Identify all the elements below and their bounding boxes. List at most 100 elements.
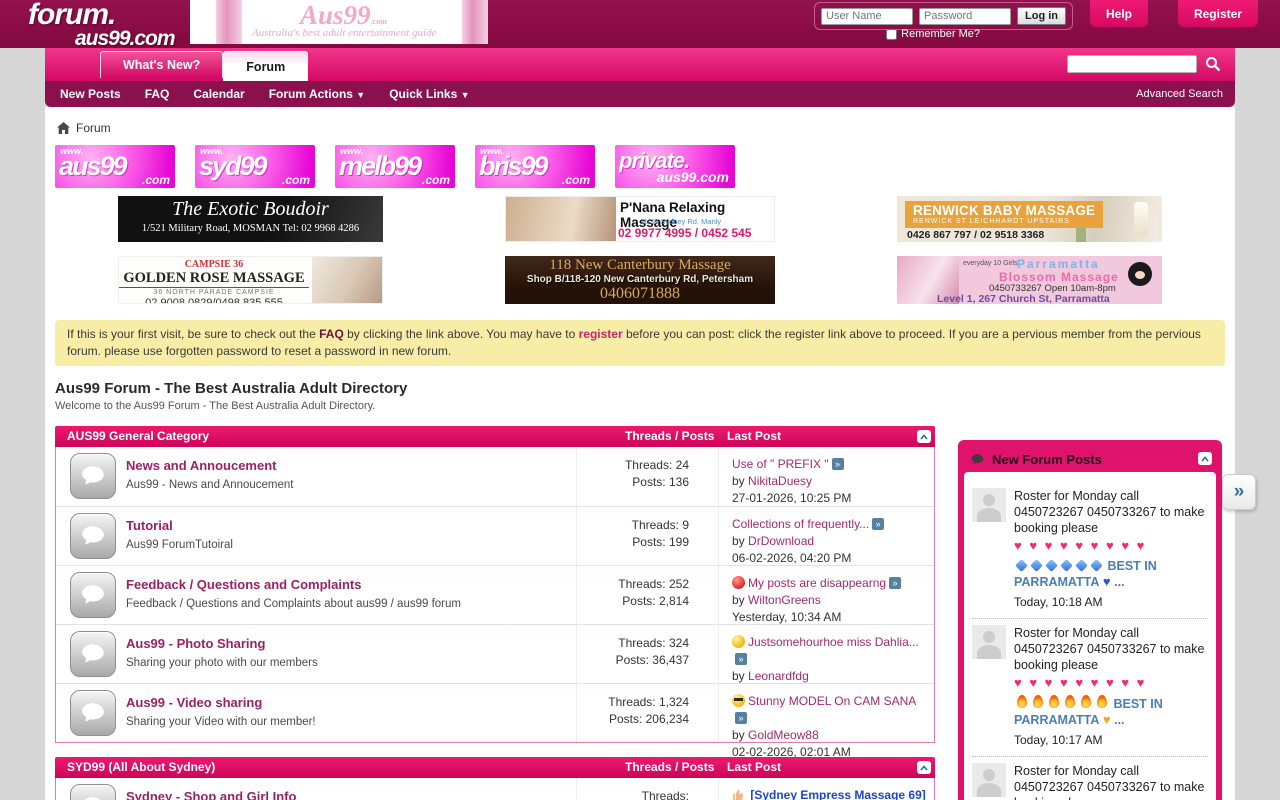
list-item[interactable]: Roster for Monday call 0450723267 045073…	[972, 482, 1208, 619]
login-button[interactable]: Log in	[1017, 7, 1066, 25]
forum-row-photo-sharing: Aus99 - Photo Sharing Sharing your photo…	[56, 624, 934, 683]
banner-name: syd99	[199, 151, 266, 182]
divider	[718, 507, 719, 565]
banner-syd99[interactable]: www. syd99 .com	[195, 145, 315, 188]
forum-row-feedback: Feedback / Questions and Complaints Feed…	[56, 565, 934, 624]
last-post-prefix[interactable]: [Sydney Empress Massage 69]	[750, 788, 925, 800]
collapse-button[interactable]	[917, 430, 931, 443]
nav-new-posts[interactable]: New Posts	[60, 87, 121, 101]
threads-count: Threads: 324	[556, 635, 689, 652]
login-panel: Log in	[814, 2, 1073, 30]
home-icon[interactable]	[57, 122, 70, 134]
last-post-title[interactable]: My posts are disappearng	[748, 576, 886, 590]
divider	[718, 684, 719, 742]
nav-forum-actions[interactable]: Forum Actions ▼	[269, 87, 366, 101]
remember-me-checkbox[interactable]	[886, 29, 897, 40]
by-label: by	[732, 669, 745, 683]
banner-tld: .com	[562, 173, 590, 187]
nav-quick-links[interactable]: Quick Links ▼	[389, 87, 469, 101]
last-post-date: 27-01-2026, 10:25 PM	[732, 490, 928, 507]
header-banner-ad[interactable]: Aus99.com Australia's best adult enterta…	[190, 0, 488, 44]
goto-last-post-icon[interactable]: »	[872, 518, 884, 530]
search-icon[interactable]	[1205, 56, 1221, 72]
ad-canterbury-massage[interactable]: 118 New Canterbury Massage Shop B/118-12…	[505, 256, 775, 304]
breadcrumb-forum[interactable]: Forum	[76, 121, 111, 135]
goto-last-post-icon[interactable]: »	[832, 458, 844, 470]
sidebar-header: New Forum Posts	[964, 446, 1216, 472]
banner-bris99[interactable]: www. bris99 .com	[475, 145, 595, 188]
forum-link[interactable]: Feedback / Questions and Complaints	[126, 577, 362, 592]
ad-tag: CAMPSIE 36	[119, 257, 309, 270]
column-last-post: Last Post	[727, 426, 781, 447]
forum-link[interactable]: Aus99 - Photo Sharing	[126, 636, 265, 651]
register-link[interactable]: register	[579, 327, 623, 341]
goto-last-post-icon[interactable]: »	[889, 577, 901, 589]
content-area: Forum www. aus99 .com www. syd99 .com ww…	[45, 107, 1235, 800]
hearts-emoji-row: ♥ ♥ ♥ ♥ ♥ ♥ ♥ ♥ ♥	[1014, 675, 1208, 691]
username-field[interactable]	[821, 8, 913, 25]
banner-melb99[interactable]: www. melb99 .com	[335, 145, 455, 188]
candle-decoration	[1134, 202, 1148, 236]
forum-link[interactable]: Sydney - Shop and Girl Info	[126, 789, 296, 800]
last-post-user[interactable]: Leonardfdg	[748, 669, 809, 683]
forum-region: AUS99 General Category Threads / Posts L…	[45, 426, 1235, 800]
forum-list: AUS99 General Category Threads / Posts L…	[55, 426, 935, 800]
forum-link[interactable]: News and Annoucement	[126, 458, 276, 473]
category-aus99-general: AUS99 General Category Threads / Posts L…	[55, 426, 935, 743]
goto-last-post-icon[interactable]: »	[735, 712, 747, 724]
list-item[interactable]: Roster for Monday call 0450723267 045073…	[972, 619, 1208, 757]
last-post-user[interactable]: GoldMeow88	[748, 728, 819, 742]
forum-link[interactable]: Aus99 - Video sharing	[126, 695, 262, 710]
by-label: by	[732, 474, 745, 488]
ad-exotic-boudoir[interactable]: The Exotic Boudoir 1/521 Military Road, …	[118, 196, 383, 242]
list-item[interactable]: Roster for Monday call 0450723267 045073…	[972, 757, 1208, 800]
last-post-title[interactable]: Use of " PREFIX "	[732, 457, 829, 471]
sidebar-slide-toggle[interactable]: »	[1222, 474, 1256, 510]
goto-last-post-icon[interactable]: »	[735, 653, 747, 665]
fire-icon	[1033, 695, 1043, 708]
ad-subtitle: Shop B/118-120 New Canterbury Rd, Peters…	[505, 274, 775, 285]
register-button[interactable]: Register	[1178, 0, 1258, 27]
last-post-user[interactable]: DrDownload	[748, 534, 814, 548]
banner-aus99[interactable]: www. aus99 .com	[55, 145, 175, 188]
gems-emoji-row: BEST IN PARRAMATTA ♥ ...	[1014, 558, 1208, 590]
collapse-button[interactable]	[1198, 452, 1212, 465]
last-post-user[interactable]: WiltonGreens	[748, 593, 821, 607]
chevron-down-icon: ▼	[461, 90, 470, 100]
avatar	[972, 488, 1006, 522]
collapse-button[interactable]	[917, 761, 931, 774]
ad-title: Parramatta	[1017, 257, 1100, 271]
tab-whats-new[interactable]: What's New?	[100, 51, 223, 78]
help-button[interactable]: Help	[1090, 0, 1148, 27]
last-post-title[interactable]: Justsomehourhoe miss Dahlia...	[748, 635, 919, 649]
ad-golden-rose-massage[interactable]: CAMPSIE 36 GOLDEN ROSE MASSAGE 36 NORTH …	[118, 256, 383, 304]
posts-count: Posts: 206,234	[556, 711, 689, 728]
last-post-user[interactable]: NikitaDuesy	[748, 474, 812, 488]
gem-icon	[1045, 559, 1058, 572]
banner-private-aus99[interactable]: private. aus99.com	[615, 145, 735, 188]
ad-pnana-massage[interactable]: P'Nana Relaxing Massage 11/36 Sydney Rd.…	[505, 196, 775, 242]
faq-link[interactable]: FAQ	[319, 327, 344, 341]
nav-faq[interactable]: FAQ	[145, 87, 170, 101]
banner-tld: .com	[282, 173, 310, 187]
sidebar-posts-list: Roster for Monday call 0450723267 045073…	[964, 472, 1216, 800]
threads-count: Threads: 24	[556, 457, 689, 474]
forum-icon	[70, 513, 116, 559]
tab-forum[interactable]: Forum	[223, 51, 308, 81]
password-field[interactable]	[919, 8, 1011, 25]
avatar	[972, 763, 1006, 797]
notice-text: If this is your first visit, be sure to …	[67, 327, 319, 341]
search-input[interactable]	[1067, 55, 1197, 73]
welcome-text: Welcome to the Aus99 Forum - The Best Au…	[55, 400, 1235, 412]
nav-calendar[interactable]: Calendar	[193, 87, 244, 101]
last-post-title[interactable]: Collections of frequently...	[732, 517, 869, 531]
category-header: SYD99 (All About Sydney) Threads / Posts…	[55, 757, 935, 778]
ad-phone: 02 9977 4995 / 0452 545 856	[618, 226, 774, 242]
last-post-title[interactable]: Stunny MODEL On CAM SANA	[748, 694, 916, 708]
ad-blossom-massage[interactable]: everyday 10 Girls Parramatta Blossom Mas…	[897, 256, 1162, 304]
forum-link[interactable]: Tutorial	[126, 518, 173, 533]
ad-renwick-massage[interactable]: RENWICK BABY MASSAGE RENWICK ST LEICHHAR…	[897, 196, 1162, 242]
site-logo[interactable]: forum. aus99.com	[28, 0, 175, 49]
notice-text: by clicking the link above. You may have…	[344, 327, 579, 341]
advanced-search-link[interactable]: Advanced Search	[1136, 88, 1223, 100]
